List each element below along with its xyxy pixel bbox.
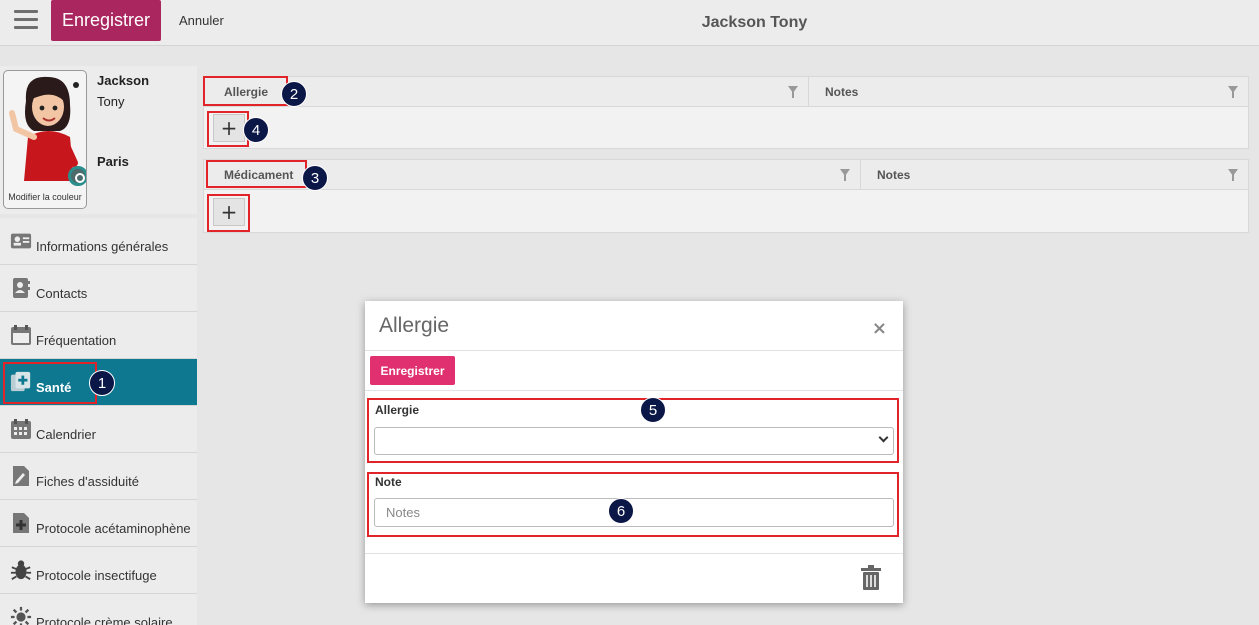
dialog-header: Allergie × — [365, 301, 903, 351]
chevron-down-icon — [878, 432, 889, 443]
profile-card: Modifier la couleur Jackson Tony Paris — [0, 66, 197, 214]
notes-column-header[interactable]: Notes — [861, 160, 910, 190]
sidebar-item-label: Protocole insectifuge — [36, 567, 157, 583]
sidebar: Informations générales Contacts Fréquent… — [0, 218, 197, 625]
sidebar-item-label: Informations générales — [36, 238, 169, 254]
sidebar-item-contacts[interactable]: Contacts — [0, 265, 197, 312]
allergy-field-label: Allergie — [375, 403, 420, 417]
sun-icon — [10, 606, 32, 625]
note-input[interactable] — [374, 498, 894, 527]
allergy-grid-header: Allergie Notes — [204, 77, 1248, 107]
sidebar-item-label: Protocole acétaminophène — [36, 520, 191, 536]
sidebar-item-label: Fréquentation — [36, 332, 117, 348]
sidebar-item-label: Protocole crème solaire — [36, 614, 173, 625]
avatar-caption[interactable]: Modifier la couleur — [4, 192, 86, 202]
step-marker: 3 — [302, 165, 328, 191]
close-icon[interactable]: × — [872, 318, 887, 339]
allergy-grid: Allergie Notes + — [203, 76, 1249, 149]
profile-city: Paris — [97, 154, 129, 169]
sidebar-item-insect-repellent-protocol[interactable]: Protocole insectifuge — [0, 547, 197, 594]
filter-icon[interactable] — [840, 169, 850, 181]
medical-file-icon — [10, 512, 32, 534]
step-marker: 1 — [89, 370, 115, 396]
allergy-select[interactable] — [374, 427, 894, 455]
avatar[interactable]: Modifier la couleur — [3, 70, 87, 209]
edit-file-icon — [10, 465, 32, 487]
medication-grid: Médicament Notes + — [203, 159, 1249, 233]
note-field-label: Note — [375, 475, 402, 489]
profile-first-name: Jackson — [97, 73, 150, 88]
step-marker: 4 — [243, 117, 269, 143]
step-marker: 5 — [640, 397, 666, 423]
add-medication-button[interactable]: + — [213, 198, 245, 226]
health-icon — [10, 371, 32, 393]
sidebar-item-calendar[interactable]: Calendrier — [0, 406, 197, 453]
sidebar-item-acetaminophen-protocol[interactable]: Protocole acétaminophène — [0, 500, 197, 547]
sidebar-item-general-info[interactable]: Informations générales — [0, 218, 197, 265]
filter-icon[interactable] — [1228, 86, 1238, 98]
profile-last-name: Tony — [97, 94, 125, 109]
id-card-icon — [10, 230, 32, 252]
sidebar-item-sunscreen-protocol[interactable]: Protocole crème solaire — [0, 594, 197, 625]
sidebar-item-attendance-sheets[interactable]: Fiches d'assiduité — [0, 453, 197, 500]
filter-icon[interactable] — [1228, 169, 1238, 181]
allergy-column-header[interactable]: Allergie — [208, 77, 268, 107]
filter-icon[interactable] — [788, 86, 798, 98]
sidebar-item-label: Fiches d'assiduité — [36, 473, 139, 489]
medication-column-header[interactable]: Médicament — [208, 160, 293, 190]
step-marker: 6 — [608, 498, 634, 524]
page-title: Jackson Tony — [701, 14, 808, 31]
sidebar-item-label: Santé — [36, 379, 72, 395]
trash-icon[interactable] — [861, 565, 881, 590]
calendar-icon — [10, 418, 32, 440]
medication-grid-header: Médicament Notes — [204, 160, 1248, 190]
sidebar-item-attendance[interactable]: Fréquentation — [0, 312, 197, 359]
sidebar-item-label: Contacts — [36, 285, 88, 301]
contacts-icon — [10, 277, 32, 299]
calendar-frame-icon — [10, 324, 32, 346]
color-picker-icon[interactable] — [68, 166, 86, 186]
allergy-dialog: Allergie × Enregistrer Allergie Note — [365, 301, 903, 603]
dialog-title: Allergie — [379, 314, 450, 337]
step-marker: 2 — [281, 81, 307, 107]
sidebar-item-label: Calendrier — [36, 426, 96, 442]
top-bar: Enregistrer Annuler Jackson Tony — [0, 0, 1259, 46]
add-allergy-button[interactable]: + — [213, 114, 245, 142]
notes-column-header[interactable]: Notes — [809, 77, 858, 107]
bug-icon — [10, 559, 32, 581]
dialog-save-button[interactable]: Enregistrer — [370, 356, 455, 385]
